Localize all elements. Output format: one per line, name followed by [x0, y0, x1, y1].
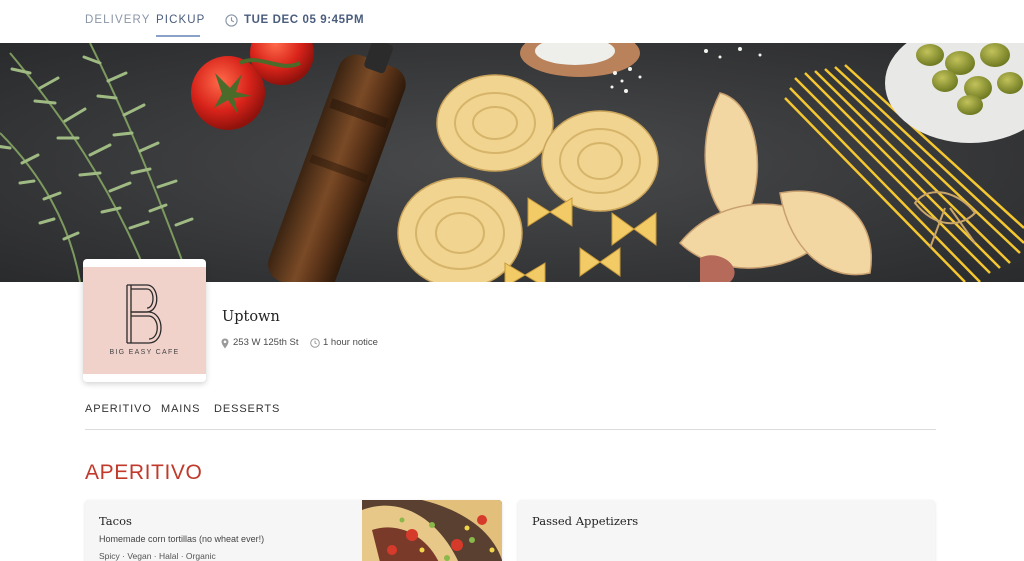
- menu-item-title: Tacos: [99, 514, 132, 528]
- location-address: 253 W 125th St: [233, 337, 299, 348]
- tab-pickup-label: PICKUP: [156, 14, 206, 26]
- tab-desserts[interactable]: DESSERTS: [214, 403, 280, 415]
- tab-aperitivo[interactable]: APERITIVO: [85, 403, 152, 415]
- restaurant-logo: BIG EASY CAFE: [83, 267, 206, 374]
- menu-item-tags: Spicy · Vegan · Halal · Organic: [99, 551, 216, 561]
- location-pin-icon: [221, 338, 229, 349]
- logo-text: BIG EASY CAFE: [109, 349, 180, 356]
- order-datetime[interactable]: TUE DEC 05 9:45PM: [244, 14, 364, 26]
- logo-b-mark: [126, 284, 162, 344]
- menu-item-description: Homemade corn tortillas (no wheat ever!): [99, 534, 265, 544]
- active-tab-indicator: [156, 35, 200, 37]
- top-nav: DELIVERY PICKUP TUE DEC 05 9:45PM: [0, 0, 1024, 43]
- tab-delivery[interactable]: DELIVERY: [85, 14, 150, 26]
- hero-banner: [0, 43, 1024, 282]
- tab-mains[interactable]: MAINS: [161, 403, 200, 415]
- hero-food-image: [0, 43, 1024, 282]
- section-title: APERITIVO: [85, 461, 203, 484]
- tacos-image: [362, 500, 502, 561]
- menu-item-card-tacos[interactable]: Tacos Homemade corn tortillas (no wheat …: [85, 500, 502, 561]
- notice-clock-icon: [310, 338, 320, 348]
- menu-item-card-passed-appetizers[interactable]: Passed Appetizers: [518, 500, 935, 561]
- clock-icon[interactable]: [225, 14, 238, 27]
- divider: [85, 429, 936, 430]
- notice-text: 1 hour notice: [323, 337, 378, 348]
- tab-pickup[interactable]: PICKUP: [156, 14, 206, 37]
- menu-item-title: Passed Appetizers: [532, 514, 639, 528]
- location-name: Uptown: [222, 309, 280, 325]
- restaurant-logo-card: BIG EASY CAFE: [83, 259, 206, 382]
